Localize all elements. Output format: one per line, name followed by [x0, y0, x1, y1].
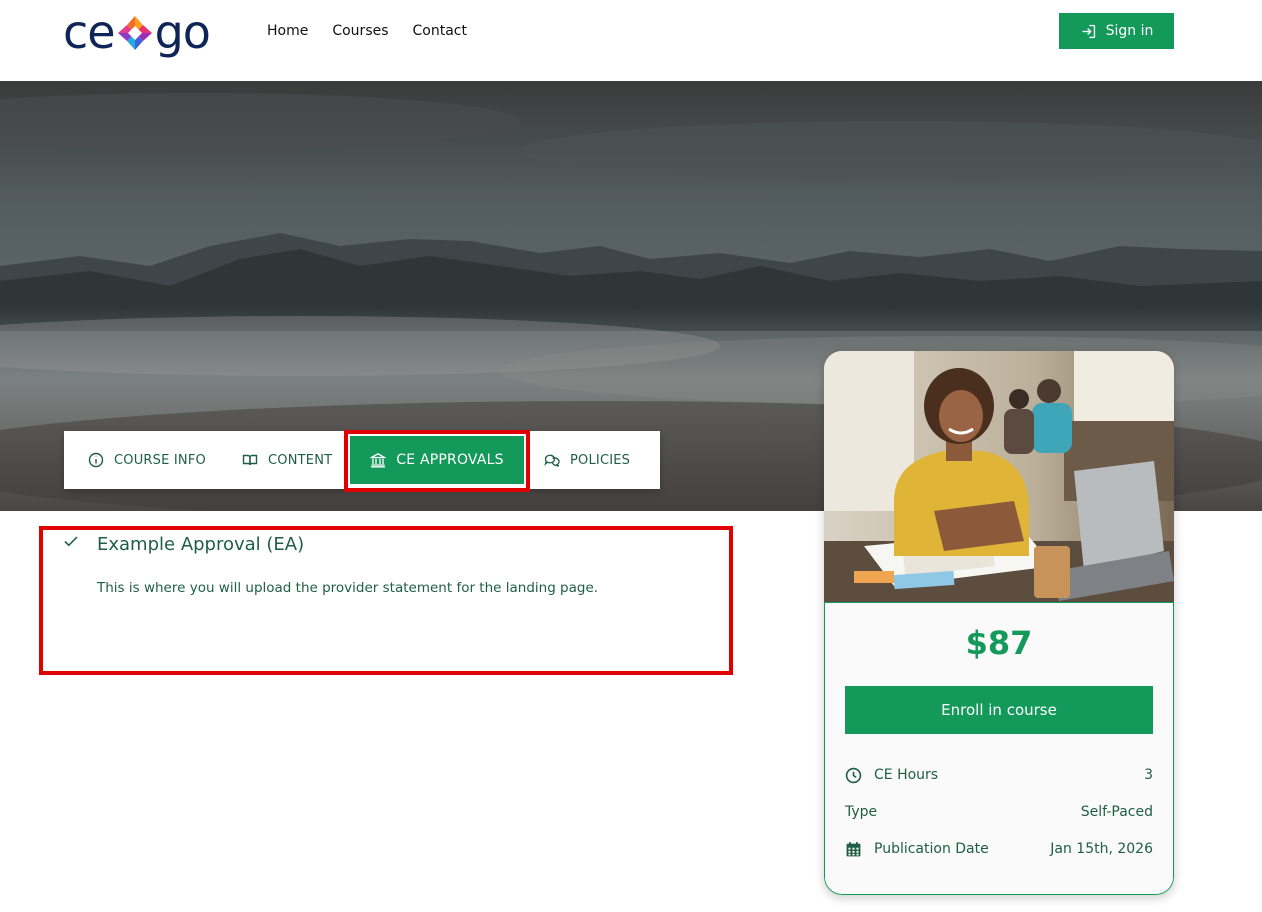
- sign-in-label: Sign in: [1105, 23, 1154, 39]
- cetogo-logo[interactable]: ce go: [63, 5, 211, 59]
- calendar-icon: [846, 841, 861, 856]
- logo-text-right: go: [154, 5, 211, 59]
- ce-hours-label: CE Hours: [874, 767, 939, 783]
- detail-type: Type Self-Paced: [845, 800, 1153, 824]
- clock-icon: [845, 767, 862, 783]
- publication-date-value: Jan 15th, 2026: [1050, 841, 1153, 857]
- tab-course-info[interactable]: COURSE INFO: [88, 431, 206, 489]
- publication-date-label: Publication Date: [874, 841, 989, 857]
- course-price: $87: [965, 624, 1033, 662]
- tab-content[interactable]: CONTENT: [242, 431, 332, 489]
- tab-policies-label: POLICIES: [570, 452, 631, 468]
- logo-text-left: ce: [63, 5, 116, 59]
- tab-course-info-label: COURSE INFO: [114, 452, 206, 468]
- sign-in-button[interactable]: Sign in: [1059, 13, 1174, 49]
- open-book-icon: [242, 454, 258, 466]
- logo-mark-icon: [117, 16, 152, 50]
- nav-contact-link[interactable]: Contact: [413, 20, 467, 42]
- nav-courses-link[interactable]: Courses: [332, 20, 388, 42]
- tab-content-label: CONTENT: [268, 452, 333, 468]
- nav-home-link[interactable]: Home: [267, 20, 308, 42]
- tab-policies[interactable]: POLICIES: [544, 431, 630, 489]
- type-value: Self-Paced: [1080, 804, 1153, 820]
- main-nav: Home Courses Contact: [267, 20, 467, 42]
- info-circle-icon: [88, 452, 104, 468]
- detail-ce-hours: CE Hours 3: [845, 763, 1153, 787]
- check-icon: [64, 536, 78, 547]
- course-purchase-card: $87 Enroll in course CE Hours 3 Type Sel…: [824, 351, 1174, 895]
- chat-bubbles-icon: [544, 454, 560, 467]
- enroll-button[interactable]: Enroll in course: [845, 686, 1153, 734]
- detail-publication-date: Publication Date Jan 15th, 2026: [845, 837, 1153, 861]
- active-tab-highlight-frame: [344, 430, 530, 492]
- sign-in-icon: [1082, 24, 1095, 38]
- ce-hours-value: 3: [1144, 767, 1153, 783]
- site-header: ce go Home Courses Contact Sign in: [0, 0, 1262, 81]
- approval-title: Example Approval (EA): [97, 534, 305, 555]
- type-label: Type: [845, 804, 878, 820]
- course-photo: [824, 351, 1174, 602]
- approval-description: This is where you will upload the provid…: [97, 580, 599, 596]
